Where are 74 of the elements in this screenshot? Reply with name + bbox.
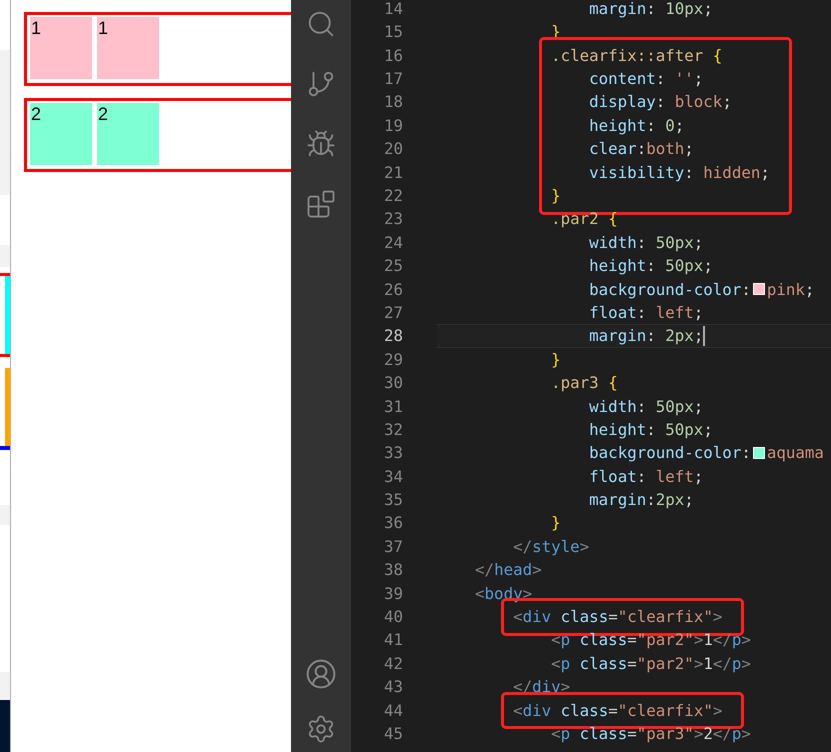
line-number: 27 [384,302,403,324]
code-text: } [551,512,561,534]
line-number: 36 [384,512,403,534]
code-text: float: left; [589,302,704,324]
code-text: display: block; [589,91,732,114]
line-number: 39 [384,582,403,605]
code-text: <p class="par2">1</p> [551,629,751,652]
line-number: 29 [384,348,403,371]
floated-paragraph: 2 [97,103,159,165]
line-number: 37 [384,536,403,558]
line-number: 26 [384,278,403,301]
line-number: 35 [384,489,403,512]
line-number: 38 [384,559,403,582]
line-number: 25 [384,255,403,278]
code-text: <p class="par3">2</p> [551,722,751,745]
code-text: </head> [475,559,542,582]
code-text: .clearfix::after { [551,44,722,67]
account-icon[interactable] [305,658,337,690]
line-number: 24 [384,232,403,254]
code-text: visibility: hidden; [589,162,770,184]
line-number: 22 [384,184,403,207]
code-text: content: ''; [589,68,704,90]
line-number: 34 [384,466,403,488]
line-number: 30 [384,372,403,394]
code-text: } [551,348,561,371]
code-text: background-color: [589,278,751,301]
code-text: margin: 10px; [589,0,713,20]
code-text: clear:both; [589,138,694,160]
code-text: height: 50px; [589,255,713,278]
code-text: float: left; [589,466,704,488]
line-number: 43 [384,676,403,698]
code-text: } [551,184,561,207]
code-text: <div class="clearfix"> [513,700,722,722]
line-number: 41 [384,629,403,652]
branch-icon[interactable] [306,69,336,99]
code-text: width: 50px; [589,396,704,418]
line-number: 20 [384,138,403,160]
line-number: 17 [384,68,403,90]
code-text: margin: 2px; [589,325,704,348]
floated-paragraph: 1 [97,17,159,79]
search-icon[interactable] [306,9,336,39]
line-number: 32 [384,418,403,441]
bug-icon[interactable] [306,129,336,159]
line-number: 21 [384,162,403,184]
text-cursor [703,326,706,346]
line-number: 40 [384,606,403,628]
line-number: 33 [384,442,403,464]
line-number: 23 [384,208,403,230]
code-text: height: 0; [589,114,684,137]
floated-paragraph: 2 [30,103,92,165]
code-text: background-color: [589,442,751,464]
line-number: 16 [384,44,403,67]
line-number: 45 [384,722,403,745]
settings-icon[interactable] [306,714,336,744]
code-text: <div class="clearfix"> [513,606,722,628]
line-number: 19 [384,114,403,137]
line-number: 42 [384,652,403,675]
code-text: height: 50px; [589,418,713,441]
code-text: .par2 { [551,208,618,230]
code-text: .par3 { [551,372,618,394]
code-text: pink; [766,278,814,301]
line-number: 18 [384,91,403,114]
code-text: width: 50px; [589,232,704,254]
line-number: 31 [384,396,403,418]
floated-paragraph: 1 [30,17,92,79]
line-number: 28 [384,325,403,348]
blocks-icon[interactable] [306,189,336,219]
code-text: <p class="par2">1</p> [551,652,751,675]
line-number: 14 [384,0,403,20]
code-text: aquama [766,442,824,464]
line-number: 15 [384,21,403,44]
line-number: 44 [384,700,403,722]
code-text: margin:2px; [589,489,694,512]
code-text: </style> [513,536,590,558]
